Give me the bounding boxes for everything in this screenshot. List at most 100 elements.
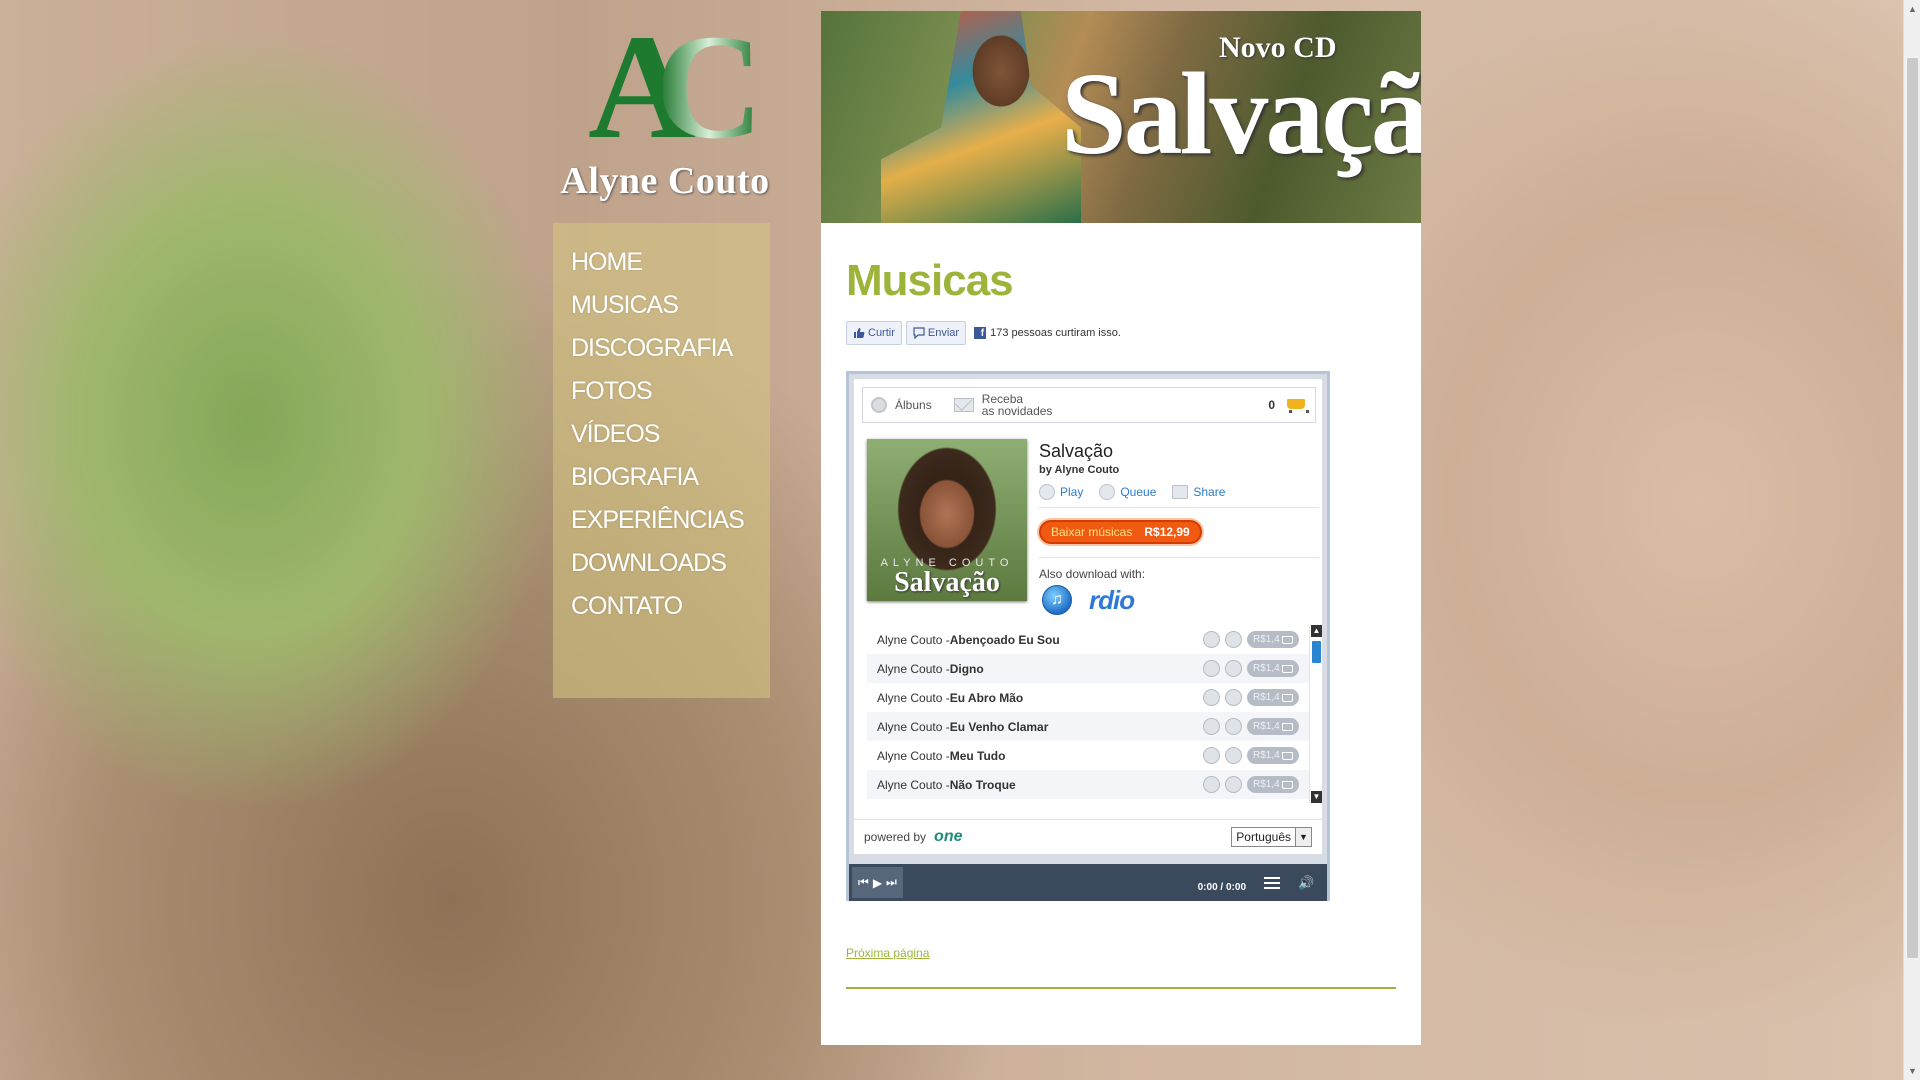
scroll-up-arrow-icon[interactable]: ▲	[1311, 625, 1322, 637]
powered-by-label: powered by	[864, 830, 927, 844]
widget-tabs: Álbuns Receba as novidades 0	[862, 387, 1316, 423]
time-separator: /	[1220, 882, 1224, 893]
track-title: Meu Tudo	[949, 748, 1006, 763]
track-buy-button[interactable]: R$1,4	[1247, 631, 1299, 648]
chevron-down-icon: ▼	[1295, 828, 1311, 846]
track-buy-button[interactable]: R$1,4	[1247, 776, 1299, 793]
queue-icon	[1099, 484, 1116, 500]
nav-item-experiencias[interactable]: EXPERIÊNCIAS	[553, 499, 770, 542]
time-current: 0:00	[1197, 882, 1218, 893]
disc-icon	[871, 397, 887, 413]
nav-item-musicas[interactable]: MUSICAS	[553, 284, 770, 327]
content-panel: Novo CD Salvação Musicas Curtir Enviar f…	[821, 11, 1421, 1045]
shopping-cart-icon	[1283, 396, 1309, 414]
browser-scroll-thumb[interactable]	[1907, 58, 1918, 958]
facebook-icon: f	[974, 327, 987, 339]
buy-label: Baixar músicas	[1051, 525, 1133, 539]
track-queue-icon[interactable]	[1225, 747, 1242, 764]
track-queue-icon[interactable]	[1225, 718, 1242, 735]
track-controls: R$1,4	[1203, 689, 1299, 706]
tab-newsletter-label: Receba as novidades	[982, 393, 1053, 417]
nav-item-contato[interactable]: CONTATO	[553, 585, 770, 628]
tab-albums[interactable]: Álbuns	[871, 397, 932, 413]
track-row[interactable]: Alyne Couto - Abençoado Eu Sou R$1,4	[867, 625, 1309, 654]
track-queue-icon[interactable]	[1225, 776, 1242, 793]
track-row[interactable]: Alyne Couto - Digno R$1,4	[867, 654, 1309, 683]
playlist-icon[interactable]	[1264, 876, 1280, 889]
track-controls: R$1,4	[1203, 631, 1299, 648]
track-list: Alyne Couto - Abençoado Eu Sou R$1,4 Aly…	[867, 625, 1309, 803]
track-artist: Alyne Couto -	[877, 777, 950, 792]
track-queue-icon[interactable]	[1225, 631, 1242, 648]
track-play-icon[interactable]	[1203, 747, 1220, 764]
track-buy-button[interactable]: R$1,4	[1247, 718, 1299, 735]
track-title: Eu Abro Mão	[949, 690, 1024, 705]
scroll-up-arrow-icon[interactable]: ▲	[1908, 4, 1917, 14]
nav-item-biografia[interactable]: BIOGRAFIA	[553, 456, 770, 499]
track-play-icon[interactable]	[1203, 660, 1220, 677]
play-icon	[1039, 484, 1055, 500]
album-artist: by Alyne Couto	[1039, 464, 1120, 476]
track-play-icon[interactable]	[1203, 776, 1220, 793]
fb-like-label: Curtir	[868, 327, 895, 339]
track-queue-icon[interactable]	[1225, 660, 1242, 677]
track-play-icon[interactable]	[1203, 631, 1220, 648]
track-title: Eu Venho Clamar	[949, 719, 1049, 734]
cart-button[interactable]: 0	[1268, 396, 1309, 414]
nav-item-fotos[interactable]: FOTOS	[553, 370, 770, 413]
banner-photo	[881, 11, 1081, 223]
album-cover-title: Salvação	[894, 567, 1000, 598]
nav-item-videos[interactable]: VÍDEOS	[553, 413, 770, 456]
album-share-label: Share	[1193, 485, 1226, 499]
language-select[interactable]: Português ▼	[1231, 827, 1312, 847]
track-controls: R$1,4	[1203, 776, 1299, 793]
track-buy-button[interactable]: R$1,4	[1247, 660, 1299, 677]
scroll-down-arrow-icon[interactable]: ▼	[1311, 791, 1322, 803]
audio-player: ⏮ ▶ ⏭ 0:00 / 0:00 🔊	[849, 864, 1327, 901]
buy-album-button[interactable]: Baixar músicas R$12,99	[1039, 520, 1202, 544]
browser-scrollbar[interactable]: ▲ ▼	[1903, 0, 1920, 1080]
album-cover[interactable]: ALYNE COUTO Salvação	[867, 439, 1027, 601]
one-rpm-logo[interactable]: one	[934, 828, 962, 846]
rdio-logo[interactable]: rdio	[1089, 585, 1135, 616]
track-row[interactable]: Alyne Couto - Não Troque R$1,4	[867, 770, 1309, 799]
track-artist: Alyne Couto -	[877, 690, 950, 705]
track-queue-icon[interactable]	[1225, 689, 1242, 706]
widget-body: Álbuns Receba as novidades 0 ALYNE COUTO…	[854, 379, 1322, 819]
next-track-icon[interactable]: ⏭	[886, 875, 897, 890]
site-logo[interactable]: A C Alyne Couto	[560, 12, 770, 202]
track-artist: Alyne Couto -	[877, 661, 950, 676]
track-play-icon[interactable]	[1203, 689, 1220, 706]
fb-send-button[interactable]: Enviar	[905, 321, 967, 345]
volume-icon[interactable]: 🔊	[1298, 875, 1314, 890]
time-total: 0:00	[1225, 882, 1246, 893]
nav-item-downloads[interactable]: DOWNLOADS	[553, 542, 770, 585]
nav-item-discografia[interactable]: DISCOGRAFIA	[553, 327, 770, 370]
next-page-link[interactable]: Próxima página	[846, 946, 929, 960]
album-play-button[interactable]: Play	[1039, 484, 1083, 500]
track-row[interactable]: Alyne Couto - Meu Tudo R$1,4	[867, 741, 1309, 770]
track-row[interactable]: Alyne Couto - Eu Abro Mão R$1,4	[867, 683, 1309, 712]
banner-title: Salvação	[1061, 48, 1421, 179]
fb-like-button[interactable]: Curtir	[846, 321, 902, 345]
track-list-scrollbar[interactable]: ▲ ▼	[1309, 625, 1322, 803]
scroll-down-arrow-icon[interactable]: ▼	[1908, 1066, 1917, 1076]
previous-track-icon[interactable]: ⏮	[858, 875, 869, 890]
fb-send-label: Enviar	[927, 327, 960, 339]
tab-newsletter[interactable]: Receba as novidades	[953, 393, 1053, 417]
nav-item-home[interactable]: HOME	[553, 241, 770, 284]
album-banner[interactable]: Novo CD Salvação	[821, 11, 1421, 223]
player-time: 0:00 / 0:00	[1198, 882, 1246, 893]
track-row[interactable]: Alyne Couto - Eu Venho Clamar R$1,4	[867, 712, 1309, 741]
album-share-button[interactable]: Share	[1172, 484, 1225, 500]
itunes-icon[interactable]: ♫	[1042, 585, 1072, 615]
play-icon[interactable]: ▶	[873, 876, 882, 890]
track-play-icon[interactable]	[1203, 718, 1220, 735]
facebook-social-bar: Curtir Enviar f 173 pessoas curtiram iss…	[846, 321, 1121, 345]
envelope-icon	[953, 398, 974, 412]
track-buy-button[interactable]: R$1,4	[1247, 689, 1299, 706]
album-queue-button[interactable]: Queue	[1099, 484, 1156, 500]
track-title: Abençoado Eu Sou	[949, 632, 1060, 647]
scroll-thumb[interactable]	[1312, 641, 1321, 663]
track-buy-button[interactable]: R$1,4	[1247, 747, 1299, 764]
